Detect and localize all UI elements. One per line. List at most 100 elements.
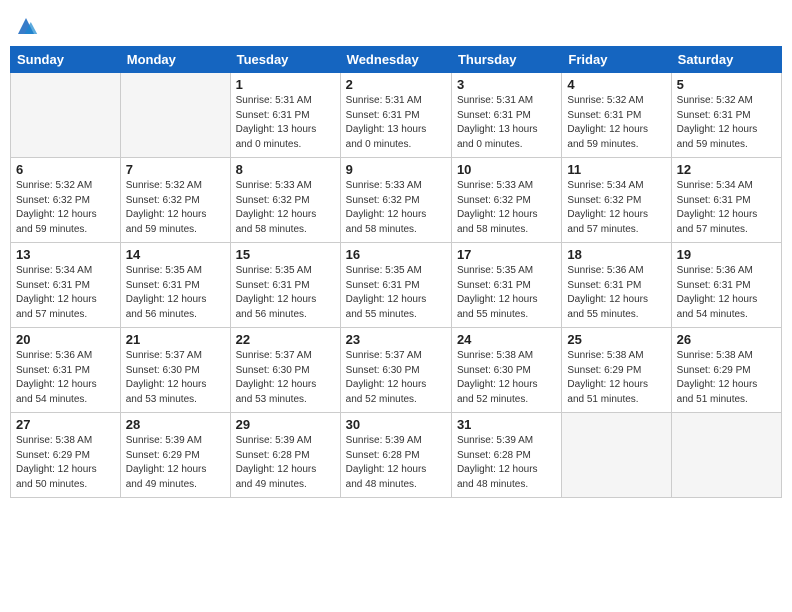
day-number: 7 [126, 162, 225, 177]
calendar-cell: 28 Sunrise: 5:39 AM Sunset: 6:29 PM Dayli… [120, 413, 230, 498]
day-info: Sunrise: 5:32 AM Sunset: 6:32 PM Dayligh… [16, 179, 115, 237]
day-number: 13 [16, 247, 115, 262]
calendar-header-row: SundayMondayTuesdayWednesdayThursdayFrid… [11, 47, 782, 73]
day-info: Sunrise: 5:33 AM Sunset: 6:32 PM Dayligh… [236, 179, 335, 237]
day-number: 9 [346, 162, 446, 177]
day-info: Sunrise: 5:36 AM Sunset: 6:31 PM Dayligh… [16, 349, 115, 407]
day-number: 8 [236, 162, 335, 177]
day-info: Sunrise: 5:39 AM Sunset: 6:29 PM Dayligh… [126, 434, 225, 492]
calendar-cell: 27 Sunrise: 5:38 AM Sunset: 6:29 PM Dayli… [11, 413, 121, 498]
day-info: Sunrise: 5:34 AM Sunset: 6:31 PM Dayligh… [16, 264, 115, 322]
day-number: 24 [457, 332, 556, 347]
day-info: Sunrise: 5:38 AM Sunset: 6:30 PM Dayligh… [457, 349, 556, 407]
day-info: Sunrise: 5:35 AM Sunset: 6:31 PM Dayligh… [236, 264, 335, 322]
day-info: Sunrise: 5:33 AM Sunset: 6:32 PM Dayligh… [346, 179, 446, 237]
col-header-saturday: Saturday [671, 47, 781, 73]
day-info: Sunrise: 5:35 AM Sunset: 6:31 PM Dayligh… [126, 264, 225, 322]
day-number: 12 [677, 162, 776, 177]
day-info: Sunrise: 5:39 AM Sunset: 6:28 PM Dayligh… [346, 434, 446, 492]
calendar-cell: 16 Sunrise: 5:35 AM Sunset: 6:31 PM Dayli… [340, 243, 451, 328]
calendar-cell: 10Sunrise: 5:33 AM Sunset: 6:32 PM Dayli… [451, 158, 561, 243]
day-info: Sunrise: 5:35 AM Sunset: 6:31 PM Dayligh… [346, 264, 446, 322]
col-header-monday: Monday [120, 47, 230, 73]
calendar-cell [562, 413, 671, 498]
day-number: 20 [16, 332, 115, 347]
calendar-cell: 26 Sunrise: 5:38 AM Sunset: 6:29 PM Dayli… [671, 328, 781, 413]
day-info: Sunrise: 5:39 AM Sunset: 6:28 PM Dayligh… [236, 434, 335, 492]
day-number: 5 [677, 77, 776, 92]
day-number: 1 [236, 77, 335, 92]
day-info: Sunrise: 5:35 AM Sunset: 6:31 PM Dayligh… [457, 264, 556, 322]
day-info: Sunrise: 5:33 AM Sunset: 6:32 PM Dayligh… [457, 179, 556, 237]
day-number: 2 [346, 77, 446, 92]
calendar-cell: 29Sunrise: 5:39 AM Sunset: 6:28 PM Dayli… [230, 413, 340, 498]
col-header-thursday: Thursday [451, 47, 561, 73]
calendar-cell: 19 Sunrise: 5:36 AM Sunset: 6:31 PM Dayli… [671, 243, 781, 328]
calendar-cell: 6 Sunrise: 5:32 AM Sunset: 6:32 PM Daylig… [11, 158, 121, 243]
calendar-cell: 9 Sunrise: 5:33 AM Sunset: 6:32 PM Daylig… [340, 158, 451, 243]
day-info: Sunrise: 5:39 AM Sunset: 6:28 PM Dayligh… [457, 434, 556, 492]
day-number: 26 [677, 332, 776, 347]
day-info: Sunrise: 5:38 AM Sunset: 6:29 PM Dayligh… [16, 434, 115, 492]
calendar-cell: 24 Sunrise: 5:38 AM Sunset: 6:30 PM Dayli… [451, 328, 561, 413]
day-info: Sunrise: 5:37 AM Sunset: 6:30 PM Dayligh… [126, 349, 225, 407]
day-number: 18 [567, 247, 665, 262]
day-info: Sunrise: 5:32 AM Sunset: 6:31 PM Dayligh… [677, 94, 776, 152]
calendar-table: SundayMondayTuesdayWednesdayThursdayFrid… [10, 46, 782, 498]
day-info: Sunrise: 5:38 AM Sunset: 6:29 PM Dayligh… [677, 349, 776, 407]
calendar-cell: 22 Sunrise: 5:37 AM Sunset: 6:30 PM Dayli… [230, 328, 340, 413]
day-info: Sunrise: 5:37 AM Sunset: 6:30 PM Dayligh… [346, 349, 446, 407]
calendar-cell: 3Sunrise: 5:31 AM Sunset: 6:31 PM Daylig… [451, 73, 561, 158]
day-number: 15 [236, 247, 335, 262]
week-row-5: 27 Sunrise: 5:38 AM Sunset: 6:29 PM Dayli… [11, 413, 782, 498]
day-info: Sunrise: 5:31 AM Sunset: 6:31 PM Dayligh… [346, 94, 446, 152]
day-number: 22 [236, 332, 335, 347]
day-number: 3 [457, 77, 556, 92]
calendar-cell [120, 73, 230, 158]
col-header-wednesday: Wednesday [340, 47, 451, 73]
day-number: 27 [16, 417, 115, 432]
calendar-cell: 2 Sunrise: 5:31 AM Sunset: 6:31 PM Daylig… [340, 73, 451, 158]
calendar-cell: 30 Sunrise: 5:39 AM Sunset: 6:28 PM Dayli… [340, 413, 451, 498]
calendar-cell [671, 413, 781, 498]
calendar-cell: 7 Sunrise: 5:32 AM Sunset: 6:32 PM Daylig… [120, 158, 230, 243]
week-row-1: 1 Sunrise: 5:31 AM Sunset: 6:31 PM Daylig… [11, 73, 782, 158]
day-number: 21 [126, 332, 225, 347]
calendar-cell: 21 Sunrise: 5:37 AM Sunset: 6:30 PM Dayli… [120, 328, 230, 413]
day-number: 4 [567, 77, 665, 92]
calendar-cell: 11Sunrise: 5:34 AM Sunset: 6:32 PM Dayli… [562, 158, 671, 243]
day-number: 17 [457, 247, 556, 262]
day-info: Sunrise: 5:34 AM Sunset: 6:31 PM Dayligh… [677, 179, 776, 237]
calendar-cell: 8 Sunrise: 5:33 AM Sunset: 6:32 PM Daylig… [230, 158, 340, 243]
week-row-3: 13 Sunrise: 5:34 AM Sunset: 6:31 PM Dayli… [11, 243, 782, 328]
day-info: Sunrise: 5:36 AM Sunset: 6:31 PM Dayligh… [677, 264, 776, 322]
calendar-cell: 20 Sunrise: 5:36 AM Sunset: 6:31 PM Dayli… [11, 328, 121, 413]
calendar-cell: 23 Sunrise: 5:37 AM Sunset: 6:30 PM Dayli… [340, 328, 451, 413]
col-header-friday: Friday [562, 47, 671, 73]
day-info: Sunrise: 5:38 AM Sunset: 6:29 PM Dayligh… [567, 349, 665, 407]
day-number: 14 [126, 247, 225, 262]
day-number: 16 [346, 247, 446, 262]
calendar-cell [11, 73, 121, 158]
calendar-cell: 1 Sunrise: 5:31 AM Sunset: 6:31 PM Daylig… [230, 73, 340, 158]
day-number: 28 [126, 417, 225, 432]
day-number: 31 [457, 417, 556, 432]
day-info: Sunrise: 5:32 AM Sunset: 6:32 PM Dayligh… [126, 179, 225, 237]
calendar-cell: 12 Sunrise: 5:34 AM Sunset: 6:31 PM Dayli… [671, 158, 781, 243]
calendar-cell: 17 Sunrise: 5:35 AM Sunset: 6:31 PM Dayli… [451, 243, 561, 328]
calendar-cell: 18 Sunrise: 5:36 AM Sunset: 6:31 PM Dayli… [562, 243, 671, 328]
day-number: 23 [346, 332, 446, 347]
day-number: 19 [677, 247, 776, 262]
day-number: 6 [16, 162, 115, 177]
logo-icon [10, 10, 42, 42]
day-number: 11 [567, 162, 665, 177]
day-info: Sunrise: 5:36 AM Sunset: 6:31 PM Dayligh… [567, 264, 665, 322]
day-info: Sunrise: 5:32 AM Sunset: 6:31 PM Dayligh… [567, 94, 665, 152]
calendar-cell: 5 Sunrise: 5:32 AM Sunset: 6:31 PM Daylig… [671, 73, 781, 158]
calendar-cell: 4 Sunrise: 5:32 AM Sunset: 6:31 PM Daylig… [562, 73, 671, 158]
calendar-cell: 25Sunrise: 5:38 AM Sunset: 6:29 PM Dayli… [562, 328, 671, 413]
col-header-sunday: Sunday [11, 47, 121, 73]
day-info: Sunrise: 5:37 AM Sunset: 6:30 PM Dayligh… [236, 349, 335, 407]
day-number: 30 [346, 417, 446, 432]
day-info: Sunrise: 5:31 AM Sunset: 6:31 PM Dayligh… [236, 94, 335, 152]
